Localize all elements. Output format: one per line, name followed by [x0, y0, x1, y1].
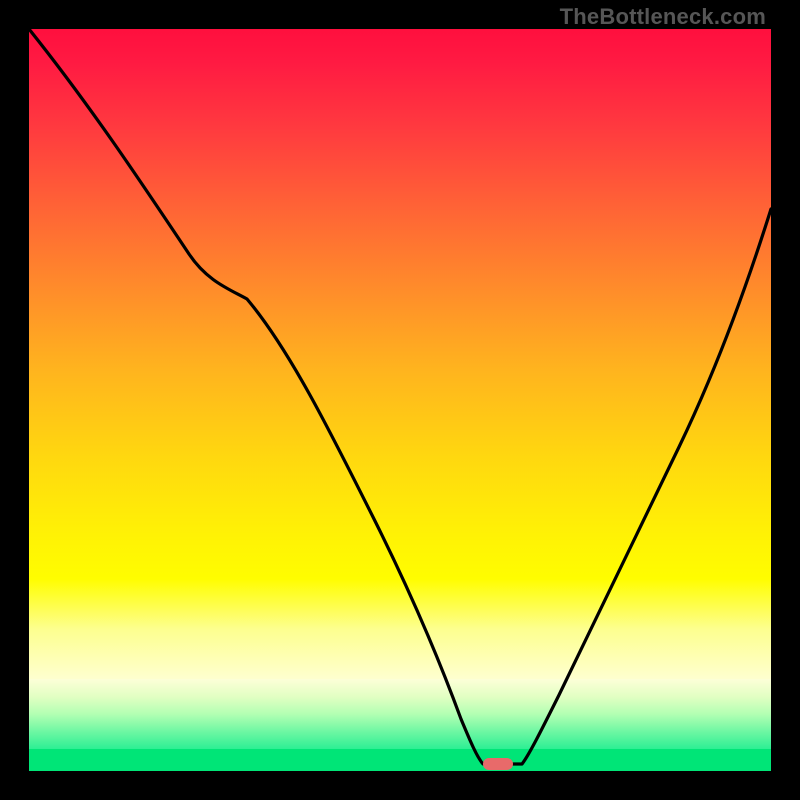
bg-gradient-main: [29, 29, 771, 579]
valley-marker: [483, 758, 513, 770]
bg-gradient-band: [29, 579, 771, 679]
bg-green-strip: [29, 749, 771, 771]
watermark-text: TheBottleneck.com: [560, 4, 766, 30]
bg-gradient-green: [29, 679, 771, 749]
chart-frame: TheBottleneck.com: [0, 0, 800, 800]
chart-svg: [29, 29, 771, 771]
plot-area: [29, 29, 771, 771]
